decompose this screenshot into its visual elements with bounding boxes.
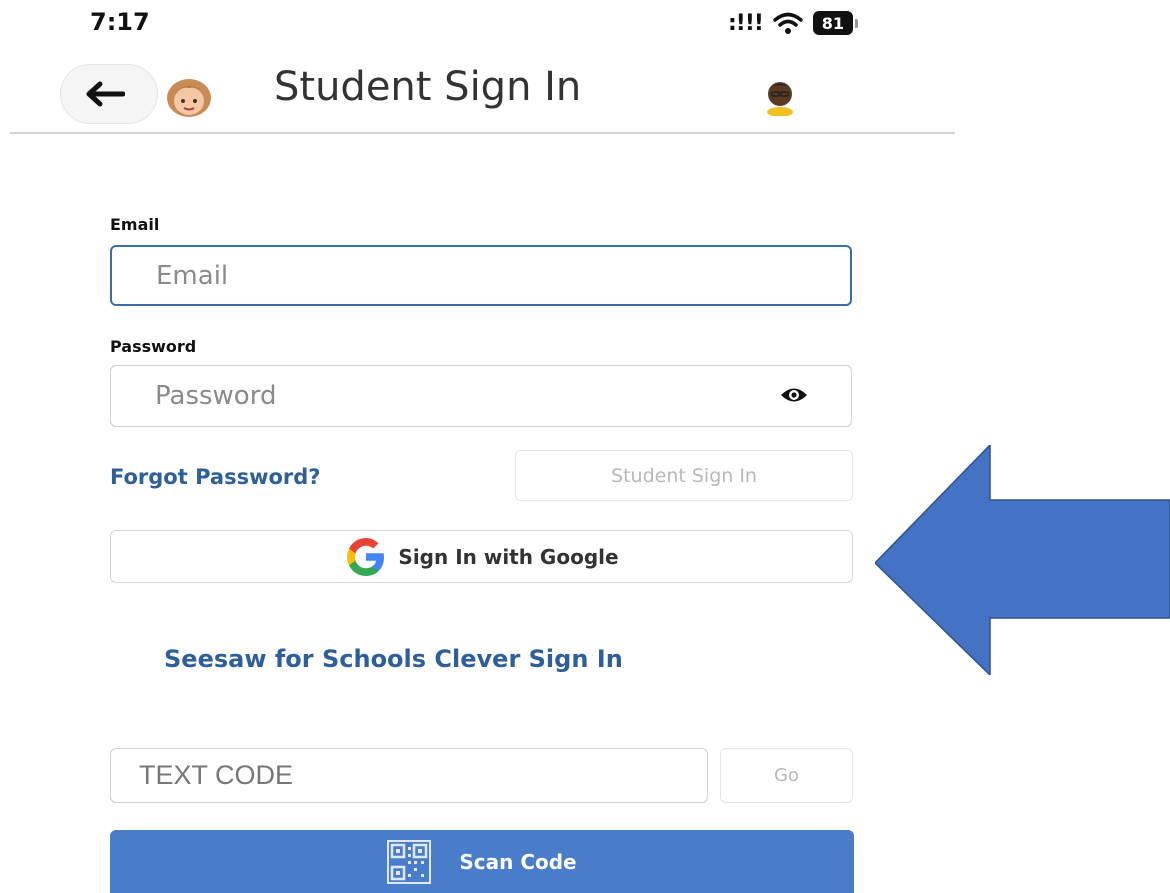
eye-icon[interactable] <box>779 384 809 406</box>
google-g-icon <box>347 537 385 576</box>
password-placeholder: Password <box>155 381 277 411</box>
scan-code-label: Scan Code <box>459 849 577 874</box>
boy-avatar-icon <box>767 82 793 116</box>
girl-avatar-icon <box>167 79 211 117</box>
status-time: 7:17 <box>90 8 150 36</box>
cellular-signal-icon: :!!! <box>728 10 764 36</box>
pointer-arrow-annotation <box>875 445 1170 675</box>
email-label: Email <box>110 215 160 234</box>
password-label: Password <box>110 337 197 356</box>
text-code-input[interactable]: TEXT CODE <box>110 748 708 803</box>
student-sign-in-button[interactable]: Student Sign In <box>515 450 853 501</box>
header-divider <box>10 132 955 134</box>
wifi-icon <box>773 12 803 34</box>
google-sign-in-button[interactable]: Sign In with Google <box>110 530 853 583</box>
status-icons: :!!! 81 <box>728 8 858 38</box>
email-placeholder: Email <box>156 260 229 291</box>
page-title: Student Sign In <box>274 64 582 110</box>
google-sign-in-label: Sign In with Google <box>398 544 619 569</box>
text-code-placeholder: TEXT CODE <box>139 760 294 790</box>
qr-code-icon <box>387 839 432 884</box>
forgot-password-link[interactable]: Forgot Password? <box>110 465 320 489</box>
back-button[interactable] <box>60 64 158 124</box>
clever-sign-in-link[interactable]: Seesaw for Schools Clever Sign In <box>164 645 623 673</box>
password-field[interactable]: Password <box>110 365 852 427</box>
scan-code-button[interactable]: Scan Code <box>110 830 854 893</box>
back-arrow-icon <box>86 81 125 107</box>
battery-icon: 81 <box>812 11 853 35</box>
email-field[interactable]: Email <box>110 245 852 306</box>
battery-tip <box>854 18 858 28</box>
go-button[interactable]: Go <box>720 748 853 803</box>
